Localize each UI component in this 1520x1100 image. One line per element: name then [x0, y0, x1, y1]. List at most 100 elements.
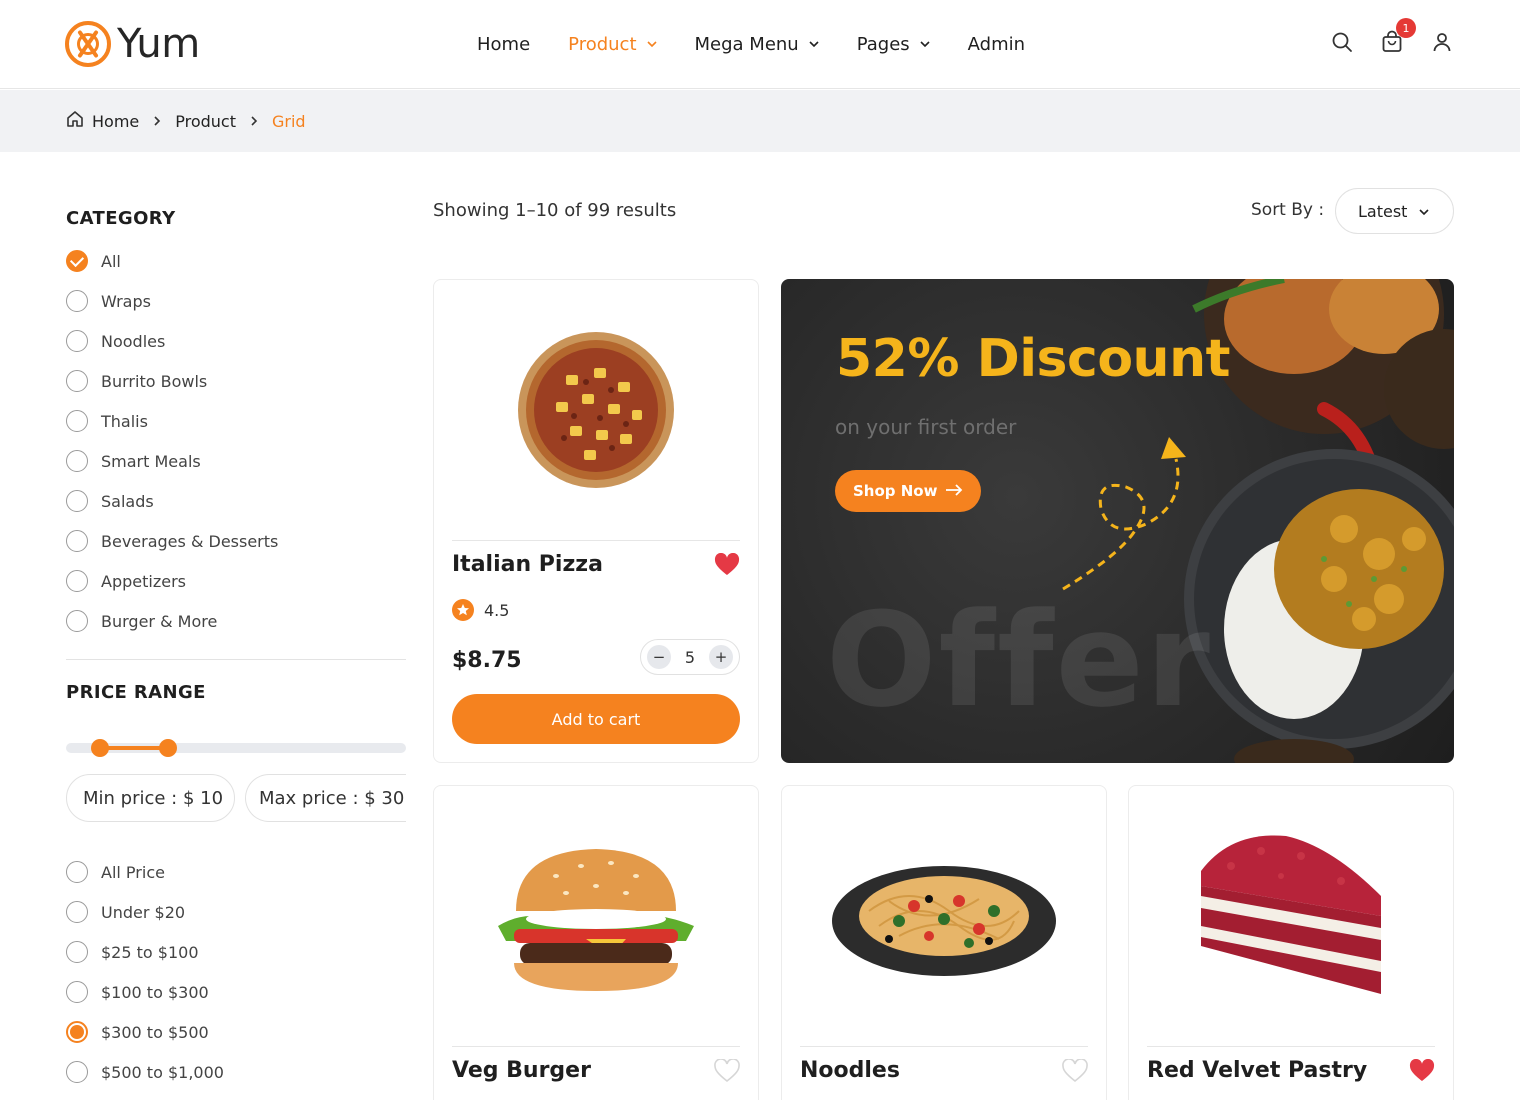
- user-icon[interactable]: [1430, 30, 1454, 54]
- radio-icon[interactable]: [66, 1061, 88, 1083]
- category-option-appetizers[interactable]: Appetizers: [66, 561, 406, 601]
- heart-filled-icon[interactable]: [714, 552, 740, 577]
- shop-now-button[interactable]: Shop Now: [835, 470, 982, 512]
- radio-icon[interactable]: [66, 901, 88, 923]
- card-divider: [1147, 1046, 1435, 1047]
- add-to-cart-button[interactable]: Add to cart: [452, 694, 740, 744]
- radio-icon[interactable]: [66, 450, 88, 472]
- nav-product[interactable]: Product: [568, 30, 657, 58]
- max-price-field[interactable]: Max price : $ 30: [245, 774, 406, 822]
- product-card[interactable]: Veg Burger: [433, 785, 759, 1100]
- price-option-100-300[interactable]: $100 to $300: [66, 972, 406, 1012]
- nav-home[interactable]: Home: [477, 30, 530, 58]
- price-option-label: $25 to $100: [101, 942, 199, 962]
- banner-title: 52% Discount: [836, 329, 1230, 389]
- nav-mega-menu[interactable]: Mega Menu: [695, 30, 819, 58]
- price-option-25-100[interactable]: $25 to $100: [66, 932, 406, 972]
- sort-label: Sort By :: [1251, 200, 1325, 220]
- category-label: Beverages & Desserts: [101, 531, 279, 551]
- category-option-smart-meals[interactable]: Smart Meals: [66, 441, 406, 481]
- heart-filled-icon[interactable]: [1409, 1058, 1435, 1083]
- sort-select[interactable]: Latest: [1335, 188, 1454, 234]
- category-label: Thalis: [101, 411, 148, 431]
- quantity-value: 5: [684, 647, 696, 667]
- radio-icon[interactable]: [66, 410, 88, 432]
- nav-mega-menu-label: Mega Menu: [694, 33, 799, 55]
- min-price-field[interactable]: Min price : $ 10: [66, 774, 235, 822]
- product-card[interactable]: Red Velvet Pastry: [1128, 785, 1454, 1100]
- radio-icon[interactable]: [66, 861, 88, 883]
- brand-name: Yum: [117, 21, 200, 67]
- category-option-salads[interactable]: Salads: [66, 481, 406, 521]
- product-image[interactable]: [434, 786, 758, 1046]
- minus-icon[interactable]: −: [647, 645, 671, 669]
- home-icon[interactable]: [66, 110, 84, 132]
- sidebar-divider: [66, 659, 406, 660]
- product-card[interactable]: Noodles: [781, 785, 1107, 1100]
- price-option-under-20[interactable]: Under $20: [66, 892, 406, 932]
- product-name[interactable]: Italian Pizza: [452, 552, 603, 577]
- card-divider: [452, 1046, 740, 1047]
- breadcrumb-home[interactable]: Home: [92, 112, 139, 131]
- filter-sidebar: CATEGORY All Wraps Noodles Burrito Bowls…: [66, 190, 406, 757]
- checkbox-checked-icon[interactable]: [66, 250, 88, 272]
- price-range-slider[interactable]: [66, 739, 406, 757]
- price-option-label: $300 to $500: [101, 1022, 209, 1042]
- price-option-500-1000[interactable]: $500 to $1,000: [66, 1052, 406, 1092]
- chevron-down-icon: [920, 39, 930, 49]
- product-name[interactable]: Veg Burger: [452, 1058, 591, 1083]
- category-option-beverages-desserts[interactable]: Beverages & Desserts: [66, 521, 406, 561]
- category-option-wraps[interactable]: Wraps: [66, 281, 406, 321]
- nav-admin-label: Admin: [967, 33, 1026, 55]
- radio-icon[interactable]: [66, 530, 88, 552]
- product-name[interactable]: Red Velvet Pastry: [1147, 1058, 1367, 1083]
- slider-min-handle[interactable]: [91, 739, 109, 757]
- rating-value: 4.5: [484, 600, 510, 620]
- star-icon: [452, 599, 474, 621]
- category-option-thalis[interactable]: Thalis: [66, 401, 406, 441]
- heart-outline-icon[interactable]: [1062, 1058, 1088, 1083]
- breadcrumb-product[interactable]: Product: [175, 112, 236, 131]
- category-option-burger-more[interactable]: Burger & More: [66, 601, 406, 641]
- quantity-stepper[interactable]: − 5 +: [640, 639, 740, 675]
- logo[interactable]: Yum: [65, 20, 200, 68]
- radio-icon[interactable]: [66, 610, 88, 632]
- product-image[interactable]: [1129, 786, 1453, 1046]
- radio-icon[interactable]: [66, 981, 88, 1003]
- nav-admin[interactable]: Admin: [968, 30, 1025, 58]
- price-option-all[interactable]: All Price: [66, 852, 406, 892]
- product-image[interactable]: [782, 786, 1106, 1046]
- heart-outline-icon[interactable]: [714, 1058, 740, 1083]
- product-card[interactable]: Italian Pizza 4.5 $8.75 − 5 + Add to car…: [433, 279, 759, 763]
- product-name[interactable]: Noodles: [800, 1058, 900, 1083]
- price-options-list: All Price Under $20 $25 to $100 $100 to …: [66, 852, 406, 1092]
- min-price-value: Min price : $ 10: [83, 787, 224, 809]
- product-image[interactable]: [434, 280, 758, 540]
- search-icon[interactable]: [1330, 30, 1354, 54]
- radio-icon[interactable]: [66, 290, 88, 312]
- category-option-burrito-bowls[interactable]: Burrito Bowls: [66, 361, 406, 401]
- nav-pages[interactable]: Pages: [857, 30, 930, 58]
- category-label: All: [101, 251, 121, 271]
- plus-icon[interactable]: +: [709, 645, 733, 669]
- price-option-300-500[interactable]: $300 to $500: [66, 1012, 406, 1052]
- shopping-bag-icon[interactable]: 1: [1380, 18, 1416, 54]
- radio-icon[interactable]: [66, 490, 88, 512]
- shop-now-label: Shop Now: [853, 482, 938, 500]
- category-option-all[interactable]: All: [66, 241, 406, 281]
- radio-selected-icon[interactable]: [66, 1021, 88, 1043]
- slider-fill: [100, 746, 168, 750]
- radio-icon[interactable]: [66, 941, 88, 963]
- noodles-image: [832, 866, 1056, 976]
- chevron-down-icon: [809, 39, 819, 49]
- category-label: Salads: [101, 491, 154, 511]
- radio-icon[interactable]: [66, 370, 88, 392]
- radio-icon[interactable]: [66, 570, 88, 592]
- category-label: Noodles: [101, 331, 166, 351]
- product-price: $8.75: [452, 648, 522, 673]
- category-option-noodles[interactable]: Noodles: [66, 321, 406, 361]
- radio-icon[interactable]: [66, 330, 88, 352]
- card-divider: [452, 540, 740, 541]
- banner-subtitle: on your first order: [835, 415, 1017, 439]
- slider-max-handle[interactable]: [159, 739, 177, 757]
